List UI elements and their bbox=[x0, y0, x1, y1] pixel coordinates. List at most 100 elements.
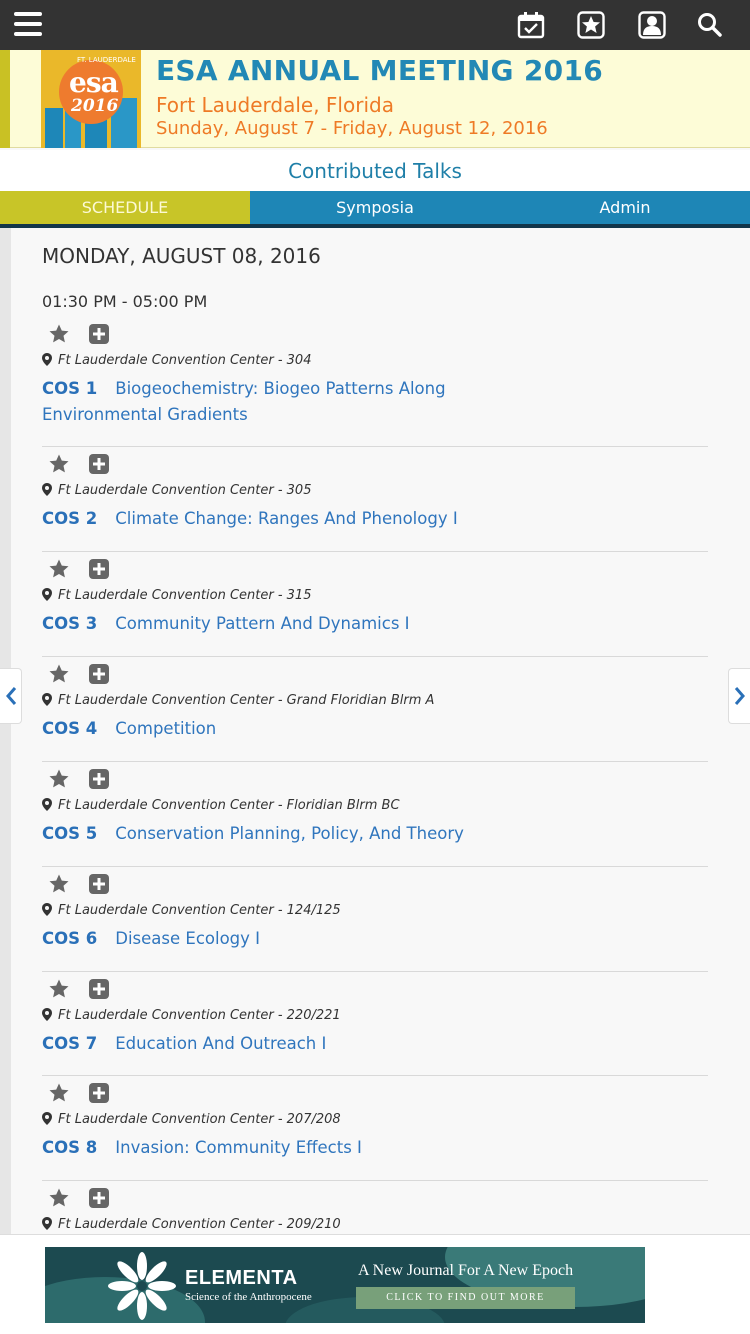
favorite-star-icon[interactable] bbox=[48, 663, 70, 685]
session-location-text: Ft Lauderdale Convention Center - 305 bbox=[58, 483, 312, 498]
previous-day-arrow[interactable] bbox=[0, 668, 22, 724]
favorite-star-icon[interactable] bbox=[48, 323, 70, 345]
banner-dates: Sunday, August 7 - Friday, August 12, 20… bbox=[156, 118, 548, 139]
favorite-star-icon[interactable] bbox=[48, 453, 70, 475]
favorite-star-icon[interactable] bbox=[48, 768, 70, 790]
session-title-link[interactable]: Community Pattern And Dynamics I bbox=[115, 614, 409, 633]
page-title: Contributed Talks bbox=[0, 150, 750, 191]
esa-logo[interactable]: FT. LAUDERDALE esa 2016 bbox=[41, 50, 141, 148]
add-to-schedule-icon[interactable] bbox=[88, 768, 110, 790]
session-code: COS 6 bbox=[42, 929, 98, 948]
session-code: COS 8 bbox=[42, 1138, 98, 1157]
add-to-schedule-icon[interactable] bbox=[88, 558, 110, 580]
session-title-link[interactable]: Competition bbox=[115, 719, 216, 738]
session-location: Ft Lauderdale Convention Center - 220/22… bbox=[42, 1008, 341, 1023]
session-divider bbox=[42, 971, 708, 972]
session-location-text: Ft Lauderdale Convention Center - 209/21… bbox=[58, 1217, 341, 1232]
session-location-text: Ft Lauderdale Convention Center - 124/12… bbox=[58, 903, 341, 918]
session-location: Ft Lauderdale Convention Center - 207/20… bbox=[42, 1112, 341, 1127]
session-divider bbox=[42, 761, 708, 762]
session-title-link[interactable]: Biogeochemistry: Biogeo Patterns Along E… bbox=[42, 379, 446, 424]
calendar-check-icon[interactable] bbox=[517, 11, 545, 39]
schedule-time: 01:30 PM - 05:00 PM bbox=[42, 292, 208, 311]
session-title-link[interactable]: Education And Outreach I bbox=[115, 1034, 326, 1053]
session-title-link[interactable]: Disease Ecology I bbox=[115, 929, 260, 948]
next-day-arrow[interactable] bbox=[728, 668, 750, 724]
location-pin-icon bbox=[42, 353, 58, 368]
session-title-line: COS 4 Competition bbox=[42, 716, 562, 742]
session-code: COS 5 bbox=[42, 824, 98, 843]
session-location: Ft Lauderdale Convention Center - Grand … bbox=[42, 693, 434, 708]
conference-banner: FT. LAUDERDALE esa 2016 ESA ANNUAL MEETI… bbox=[0, 50, 750, 148]
session-location: Ft Lauderdale Convention Center - 315 bbox=[42, 588, 311, 603]
session-title-line: COS 1 Biogeochemistry: Biogeo Patterns Al… bbox=[42, 376, 562, 428]
top-bar bbox=[0, 0, 750, 50]
add-to-schedule-icon[interactable] bbox=[88, 453, 110, 475]
session-title-link[interactable]: Conservation Planning, Policy, And Theor… bbox=[115, 824, 464, 843]
session-code: COS 4 bbox=[42, 719, 98, 738]
add-to-schedule-icon[interactable] bbox=[88, 978, 110, 1000]
session-location-text: Ft Lauderdale Convention Center - Grand … bbox=[58, 693, 435, 708]
star-icon[interactable] bbox=[577, 11, 605, 39]
add-to-schedule-icon[interactable] bbox=[88, 323, 110, 345]
session-divider bbox=[42, 1180, 708, 1181]
session-divider bbox=[42, 656, 708, 657]
add-to-schedule-icon[interactable] bbox=[88, 1187, 110, 1209]
session-divider bbox=[42, 1075, 708, 1076]
banner-accent-strip bbox=[0, 50, 10, 148]
favorite-star-icon[interactable] bbox=[48, 1187, 70, 1209]
ad-subtitle: Science of the Anthropocene bbox=[185, 1291, 312, 1303]
footer-ad-area: ELEMENTA Science of the Anthropocene A N… bbox=[0, 1234, 750, 1334]
session-title-line: COS 3 Community Pattern And Dynamics I bbox=[42, 611, 562, 637]
favorite-star-icon[interactable] bbox=[48, 558, 70, 580]
favorite-star-icon[interactable] bbox=[48, 1082, 70, 1104]
location-pin-icon bbox=[42, 903, 58, 918]
session-location: Ft Lauderdale Convention Center - Florid… bbox=[42, 798, 400, 813]
session-divider bbox=[42, 446, 708, 447]
location-pin-icon bbox=[42, 798, 58, 813]
add-to-schedule-icon[interactable] bbox=[88, 873, 110, 895]
logo-location-text: FT. LAUDERDALE bbox=[77, 56, 136, 64]
tab-bar: SCHEDULE Symposia Admin bbox=[0, 191, 750, 224]
add-to-schedule-icon[interactable] bbox=[88, 663, 110, 685]
location-pin-icon bbox=[42, 1112, 58, 1127]
session-title-line: COS 7 Education And Outreach I bbox=[42, 1031, 562, 1057]
session-title-line: COS 8 Invasion: Community Effects I bbox=[42, 1135, 562, 1161]
logo-esa-text: esa bbox=[69, 66, 119, 99]
logo-year-text: 2016 bbox=[71, 96, 119, 116]
schedule-list[interactable]: MONDAY, AUGUST 08, 2016 01:30 PM - 05:00… bbox=[0, 228, 750, 1234]
session-location-text: Ft Lauderdale Convention Center - 304 bbox=[58, 353, 312, 368]
menu-icon[interactable] bbox=[14, 12, 44, 38]
session-location-text: Ft Lauderdale Convention Center - Florid… bbox=[58, 798, 400, 813]
tab-schedule[interactable]: SCHEDULE bbox=[0, 191, 250, 224]
session-location-text: Ft Lauderdale Convention Center - 315 bbox=[58, 588, 312, 603]
elementa-logo-icon bbox=[108, 1252, 176, 1320]
tab-symposia[interactable]: Symposia bbox=[250, 191, 500, 224]
favorite-star-icon[interactable] bbox=[48, 873, 70, 895]
session-location: Ft Lauderdale Convention Center - 305 bbox=[42, 483, 311, 498]
session-location-text: Ft Lauderdale Convention Center - 207/20… bbox=[58, 1112, 341, 1127]
session-title-line: COS 5 Conservation Planning, Policy, And … bbox=[42, 821, 562, 847]
location-pin-icon bbox=[42, 693, 58, 708]
session-location: Ft Lauderdale Convention Center - 304 bbox=[42, 353, 311, 368]
session-location-text: Ft Lauderdale Convention Center - 220/22… bbox=[58, 1008, 341, 1023]
location-pin-icon bbox=[42, 1008, 58, 1023]
ad-brand: ELEMENTA bbox=[185, 1267, 298, 1289]
favorite-star-icon[interactable] bbox=[48, 978, 70, 1000]
session-code: COS 2 bbox=[42, 509, 98, 528]
location-pin-icon bbox=[42, 483, 58, 498]
session-title-link[interactable]: Invasion: Community Effects I bbox=[115, 1138, 362, 1157]
session-divider bbox=[42, 866, 708, 867]
session-title-link[interactable]: Climate Change: Ranges And Phenology I bbox=[115, 509, 457, 528]
session-divider bbox=[42, 551, 708, 552]
tab-admin[interactable]: Admin bbox=[500, 191, 750, 224]
ad-cta-button[interactable]: CLICK TO FIND OUT MORE bbox=[356, 1287, 575, 1309]
banner-city: Fort Lauderdale, Florida bbox=[156, 93, 394, 117]
location-pin-icon bbox=[42, 1217, 58, 1232]
add-to-schedule-icon[interactable] bbox=[88, 1082, 110, 1104]
user-icon[interactable] bbox=[638, 11, 666, 39]
elementa-ad-banner[interactable]: ELEMENTA Science of the Anthropocene A N… bbox=[45, 1247, 645, 1323]
session-code: COS 3 bbox=[42, 614, 98, 633]
search-icon[interactable] bbox=[696, 11, 724, 39]
left-gutter bbox=[0, 228, 11, 1234]
